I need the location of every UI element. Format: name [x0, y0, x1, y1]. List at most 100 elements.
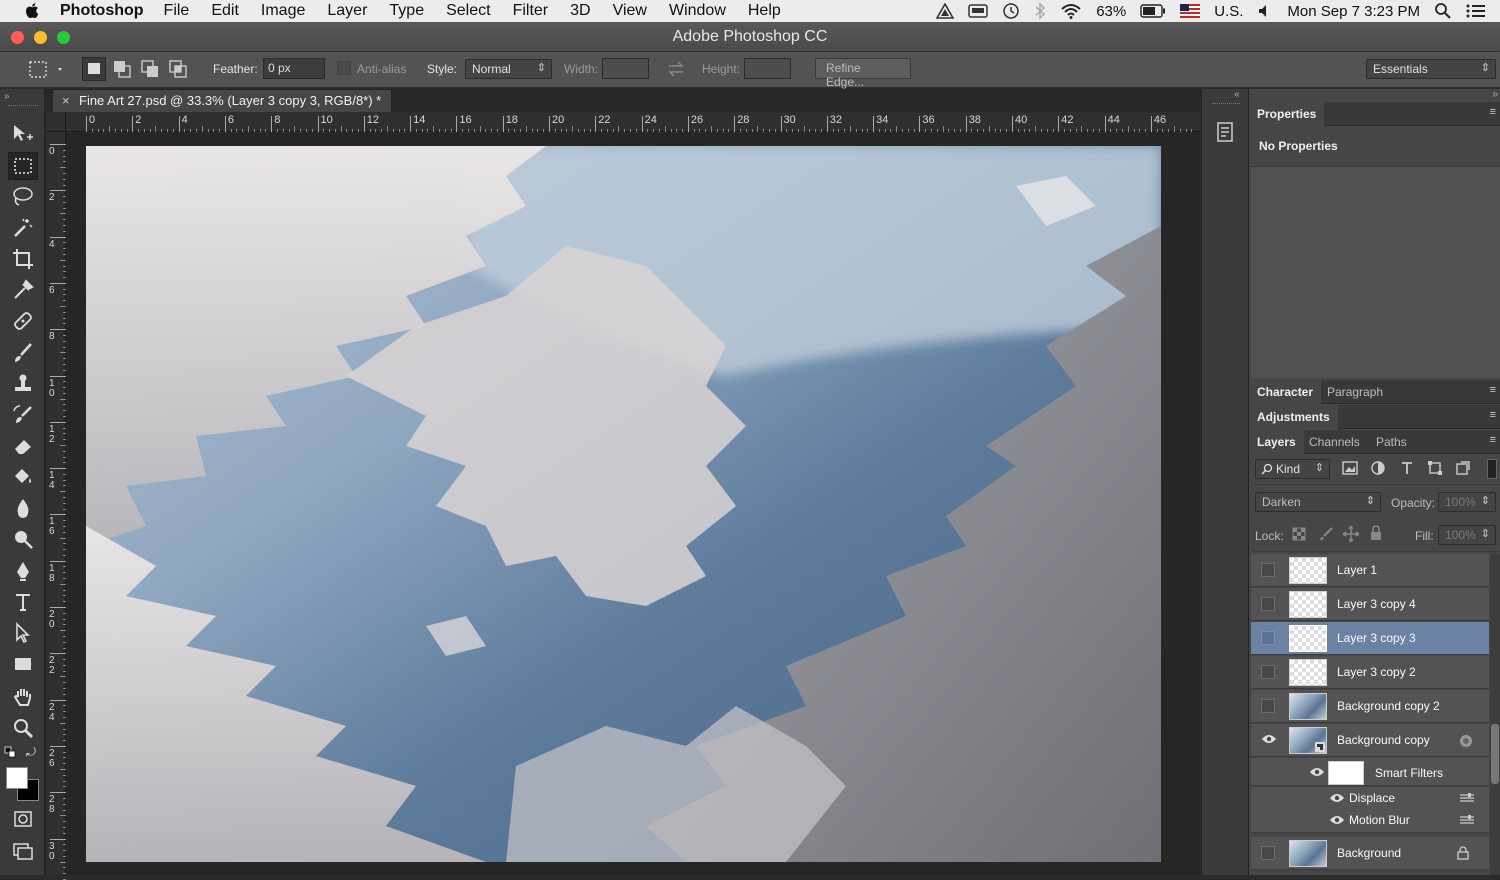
magic-wand-tool[interactable]	[8, 214, 38, 242]
intersect-selection-button[interactable]	[167, 58, 189, 83]
layers-menu-icon[interactable]: ≡	[1490, 434, 1496, 446]
menu-image[interactable]: Image	[261, 2, 305, 20]
layer-row-background-copy[interactable]: Background copy	[1251, 724, 1489, 757]
zoom-window-button[interactable]	[57, 31, 70, 44]
input-source[interactable]: U.S.	[1214, 3, 1243, 20]
image-canvas[interactable]	[86, 146, 1161, 862]
tab-adjustments[interactable]: Adjustments	[1249, 405, 1338, 429]
swap-colors-icon[interactable]: ⤾	[26, 745, 36, 760]
marquee-tool-preset[interactable]	[28, 59, 66, 84]
ruler-origin[interactable]	[46, 112, 66, 132]
blur-tool[interactable]	[8, 494, 38, 522]
fill-input[interactable]: 100%	[1438, 525, 1496, 545]
healing-brush-tool[interactable]	[8, 307, 38, 335]
vertical-ruler[interactable]: 0 2 4 6 8 10 12 14 16 18 20 22 24 26 28 30	[46, 132, 66, 880]
wifi-icon[interactable]	[1060, 3, 1082, 19]
app-menu[interactable]: Photoshop	[60, 2, 144, 20]
history-brush-tool[interactable]	[8, 401, 38, 429]
collapse-strip-icon[interactable]: «	[1234, 89, 1240, 100]
battery-icon[interactable]	[1140, 4, 1166, 18]
notification-center-icon[interactable]	[1466, 3, 1486, 19]
height-input[interactable]	[744, 58, 791, 79]
bluetooth-icon[interactable]	[1034, 2, 1046, 20]
layer-visibility-toggle[interactable]	[1261, 597, 1275, 611]
filter-pixel-icon[interactable]	[1341, 460, 1359, 476]
dodge-tool[interactable]	[8, 525, 38, 553]
eye-icon[interactable]	[1329, 792, 1345, 804]
quick-mask-button[interactable]	[8, 805, 38, 833]
adjustments-menu-icon[interactable]: ≡	[1490, 409, 1496, 421]
lock-pixels-icon[interactable]	[1318, 526, 1334, 542]
properties-panel-button[interactable]	[1214, 121, 1236, 148]
filter-type-icon[interactable]	[1399, 460, 1415, 476]
horizontal-ruler[interactable]: 0 2 4 6 8 10 12 14 16 18 20 22 24 26 28 30 32 34 36 38 40 42 4…	[66, 112, 1200, 132]
character-menu-icon[interactable]: ≡	[1490, 384, 1496, 396]
feather-input[interactable]: 0 px	[263, 58, 325, 79]
tab-paths[interactable]: Paths	[1368, 430, 1415, 454]
eraser-tool[interactable]	[8, 432, 38, 460]
time-machine-icon[interactable]	[1002, 2, 1020, 20]
zoom-tool[interactable]	[8, 714, 38, 742]
blend-mode-select[interactable]: Darken	[1255, 492, 1381, 512]
eye-icon[interactable]	[1309, 766, 1325, 778]
tab-channels[interactable]: Channels	[1301, 430, 1368, 454]
layer-visibility-toggle[interactable]	[1261, 846, 1275, 860]
smart-filter-mask-thumbnail[interactable]	[1328, 761, 1364, 785]
lasso-tool[interactable]	[8, 183, 38, 211]
minimize-window-button[interactable]	[34, 31, 47, 44]
battery-percent[interactable]: 63%	[1096, 3, 1126, 20]
brush-tool[interactable]	[8, 339, 38, 367]
close-document-icon[interactable]: ×	[62, 90, 70, 112]
layer-row-layer-3-copy-3[interactable]: Layer 3 copy 3	[1251, 622, 1489, 655]
strip-grip[interactable]	[1212, 103, 1240, 104]
layer-visibility-toggle[interactable]	[1261, 733, 1276, 747]
add-selection-button[interactable]	[111, 58, 133, 83]
collapse-panels-icon[interactable]: »	[1492, 89, 1498, 100]
refine-edge-button[interactable]: Refine Edge...	[815, 58, 911, 89]
filter-smart-object-icon[interactable]	[1455, 460, 1471, 476]
menu-layer[interactable]: Layer	[327, 2, 367, 20]
apple-icon[interactable]	[22, 2, 44, 20]
menu-window[interactable]: Window	[669, 2, 726, 20]
tab-layers[interactable]: Layers	[1249, 430, 1304, 454]
filter-blending-options-icon[interactable]	[1459, 792, 1475, 804]
tab-paragraph[interactable]: Paragraph	[1319, 380, 1391, 404]
filter-row-displace[interactable]: Displace	[1251, 787, 1489, 809]
path-selection-tool[interactable]	[8, 619, 38, 647]
swap-dimensions-icon[interactable]	[666, 60, 686, 78]
pen-tool[interactable]	[8, 557, 38, 585]
eye-icon[interactable]	[1329, 814, 1345, 826]
us-flag-icon[interactable]	[1180, 4, 1201, 18]
menu-help[interactable]: Help	[748, 2, 781, 20]
menu-view[interactable]: View	[613, 2, 647, 20]
paint-bucket-tool[interactable]	[8, 463, 38, 491]
close-window-button[interactable]	[11, 31, 24, 44]
document-tab[interactable]: × Fine Art 27.psd @ 33.3% (Layer 3 copy …	[52, 89, 393, 112]
clock[interactable]: Mon Sep 7 3:23 PM	[1287, 3, 1420, 20]
layer-visibility-toggle[interactable]	[1261, 665, 1275, 679]
workspace-select[interactable]: Essentials	[1366, 59, 1496, 79]
layers-scrollbar[interactable]	[1490, 554, 1500, 875]
keyboard-icon[interactable]	[968, 3, 988, 19]
menu-select[interactable]: Select	[446, 2, 490, 20]
menu-edit[interactable]: Edit	[211, 2, 239, 20]
crop-tool[interactable]	[8, 245, 38, 273]
opacity-input[interactable]: 100%	[1438, 492, 1496, 512]
filter-adjustment-icon[interactable]	[1370, 460, 1386, 476]
volume-icon[interactable]	[1257, 3, 1273, 19]
tab-properties[interactable]: Properties	[1249, 102, 1325, 126]
layer-row-background[interactable]: Background	[1251, 837, 1489, 870]
lock-transparent-icon[interactable]	[1292, 527, 1306, 541]
new-selection-button[interactable]	[82, 57, 106, 81]
move-tool[interactable]	[8, 121, 38, 149]
layer-row-background-copy-2[interactable]: Background copy 2	[1251, 690, 1489, 723]
filter-shape-icon[interactable]	[1427, 460, 1443, 476]
menu-type[interactable]: Type	[389, 2, 424, 20]
spotlight-icon[interactable]	[1434, 2, 1452, 20]
layer-visibility-toggle[interactable]	[1261, 631, 1275, 645]
filter-toggle-switch[interactable]	[1487, 459, 1497, 479]
tools-grip[interactable]	[8, 105, 38, 108]
anti-alias-checkbox[interactable]	[337, 61, 351, 75]
layer-row-layer-3-copy-2[interactable]: Layer 3 copy 2	[1251, 656, 1489, 689]
smart-filters-row[interactable]: Smart Filters	[1251, 758, 1489, 786]
